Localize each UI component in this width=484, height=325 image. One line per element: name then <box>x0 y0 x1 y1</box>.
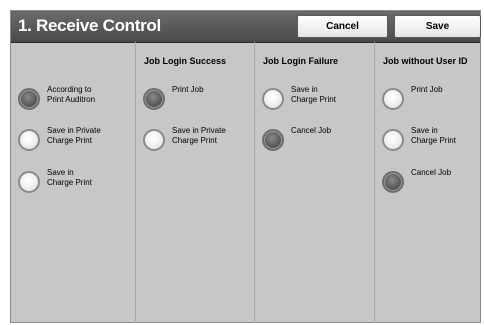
radio-button-icon[interactable] <box>143 88 165 110</box>
save-button[interactable]: Save <box>394 15 481 38</box>
option-label: According to Print Auditron <box>47 85 96 104</box>
option-label: Cancel Job <box>291 126 332 135</box>
radio-button-icon[interactable] <box>18 129 40 151</box>
option-cancel-job[interactable]: Cancel Job <box>375 168 481 201</box>
radio-button-icon[interactable] <box>18 88 40 110</box>
option-label: Save in Charge Print <box>47 168 92 187</box>
radio-button-icon[interactable] <box>18 171 40 193</box>
option-label: Save in Private Charge Print <box>47 126 101 145</box>
option-label: Cancel Job <box>411 168 452 177</box>
radio-button-icon[interactable] <box>143 129 165 151</box>
column-job-login-success: Job Login Success Print Job Save in Priv… <box>135 42 255 323</box>
option-print-job[interactable]: Print Job <box>375 85 481 118</box>
option-print-job[interactable]: Print Job <box>136 85 255 118</box>
radio-button-icon[interactable] <box>262 88 284 110</box>
column-job-login-failure: Job Login Failure Save in Charge Print C… <box>254 42 375 323</box>
option-according-to-print-auditron[interactable]: According to Print Auditron <box>11 85 135 118</box>
title-bar: 1. Receive Control Cancel Save <box>11 11 481 43</box>
column-default: According to Print Auditron Save in Priv… <box>11 42 135 323</box>
option-label: Save in Private Charge Print <box>172 126 226 145</box>
radio-button-icon[interactable] <box>382 129 404 151</box>
option-label: Save in Charge Print <box>411 126 456 145</box>
column-job-without-user-id: Job without User ID Print Job Save in Ch… <box>374 42 481 323</box>
option-save-in-charge-print[interactable]: Save in Charge Print <box>255 85 375 118</box>
column-header: Job without User ID <box>383 56 468 66</box>
option-save-in-charge-print[interactable]: Save in Charge Print <box>11 168 135 201</box>
option-cancel-job[interactable]: Cancel Job <box>255 126 375 159</box>
radio-button-icon[interactable] <box>262 129 284 151</box>
column-header: Job Login Failure <box>263 56 339 66</box>
option-save-in-charge-print[interactable]: Save in Charge Print <box>375 126 481 159</box>
option-label: Print Job <box>172 85 204 94</box>
option-save-in-private-charge-print[interactable]: Save in Private Charge Print <box>136 126 255 159</box>
option-label: Save in Charge Print <box>291 85 336 104</box>
column-header: Job Login Success <box>144 56 227 66</box>
receive-control-panel: 1. Receive Control Cancel Save According… <box>10 10 481 323</box>
radio-button-icon[interactable] <box>382 171 404 193</box>
radio-button-icon[interactable] <box>382 88 404 110</box>
option-label: Print Job <box>411 85 443 94</box>
cancel-button[interactable]: Cancel <box>297 15 388 38</box>
page-title: 1. Receive Control <box>18 16 161 35</box>
option-save-in-private-charge-print[interactable]: Save in Private Charge Print <box>11 126 135 159</box>
